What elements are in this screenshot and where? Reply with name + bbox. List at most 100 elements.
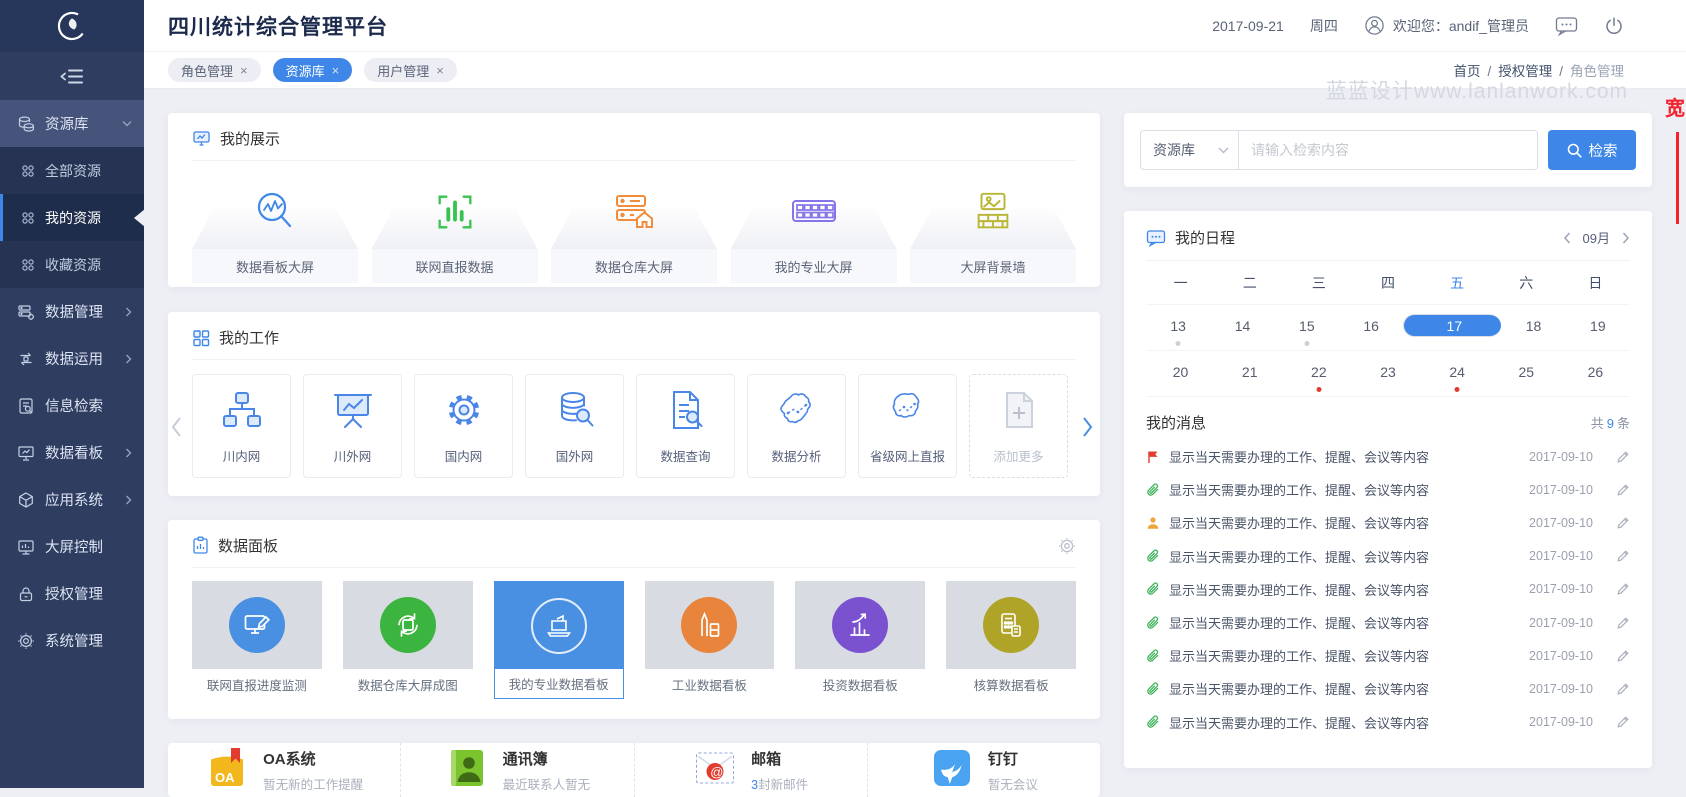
edit-icon[interactable] [1616, 549, 1630, 563]
tab-user-management[interactable]: 用户管理 × [364, 58, 457, 82]
calendar-day-selected[interactable]: 17 [1403, 305, 1501, 350]
month-prev-icon[interactable] [1563, 232, 1571, 244]
edit-icon[interactable] [1616, 616, 1630, 630]
sidebar-item-my-resources[interactable]: 我的资源 [0, 194, 144, 241]
work-card-add-more[interactable]: 添加更多 [969, 374, 1068, 478]
calendar-day[interactable]: 21 [1215, 351, 1284, 396]
month-next-icon[interactable] [1622, 232, 1630, 244]
sidebar-item-data-usage[interactable]: 数据运用 [0, 335, 144, 382]
message-row[interactable]: 显示当天需要办理的工作、提醒、会议等内容2017-09-10 [1146, 506, 1630, 539]
work-card-extranet-sichuan[interactable]: 川外网 [303, 374, 402, 478]
close-icon[interactable]: × [240, 63, 248, 78]
panel-card-label: 核算数据看板 [946, 669, 1076, 699]
display-card-dashboard-screen[interactable]: 数据看板大屏 [192, 171, 358, 283]
message-row[interactable]: 显示当天需要办理的工作、提醒、会议等内容2017-09-10 [1146, 573, 1630, 606]
sidebar-item-screen-control[interactable]: 大屏控制 [0, 523, 144, 570]
calendar-day[interactable]: 14 [1210, 305, 1274, 350]
logout-button[interactable] [1604, 16, 1624, 36]
edit-icon[interactable] [1616, 649, 1630, 663]
message-row[interactable]: 显示当天需要办理的工作、提醒、会议等内容2017-09-10 [1146, 672, 1630, 705]
display-card-online-report-data[interactable]: 联网直报数据 [372, 171, 538, 283]
calendar-day[interactable]: 24 [1423, 351, 1492, 396]
search-button[interactable]: 检索 [1548, 130, 1636, 170]
slider-next-icon[interactable] [1082, 416, 1094, 438]
message-row[interactable]: 显示当天需要办理的工作、提醒、会议等内容2017-09-10 [1146, 639, 1630, 672]
panel-card-online-report-monitor[interactable]: 联网直报进度监测 [192, 581, 322, 699]
messages-button[interactable] [1555, 16, 1578, 36]
message-row[interactable]: 显示当天需要办理的工作、提醒、会议等内容2017-09-10 [1146, 540, 1630, 573]
edit-icon[interactable] [1616, 516, 1630, 530]
panel-card-my-professional-board[interactable]: 我的专业数据看板 [494, 581, 624, 699]
calendar-day[interactable]: 22 [1284, 351, 1353, 396]
sidebar-collapse-button[interactable] [0, 52, 144, 100]
sidebar-item-data-management[interactable]: 数据管理 [0, 288, 144, 335]
panel-card-accounting-board[interactable]: 核算数据看板 [946, 581, 1076, 699]
calendar-day[interactable]: 23 [1353, 351, 1422, 396]
app-logo[interactable] [0, 0, 144, 52]
panel-settings-icon[interactable] [1058, 537, 1076, 555]
app-shortcut-dingtalk[interactable]: 钉钉 暂无会议 [867, 743, 1100, 797]
calendar-day[interactable]: 26 [1561, 351, 1630, 396]
edit-icon[interactable] [1616, 483, 1630, 497]
search-input[interactable] [1238, 130, 1538, 170]
welcome-text: 欢迎您：andif_管理员 [1393, 16, 1529, 36]
panel-card-warehouse-mapping[interactable]: 数据仓库大屏成图 [343, 581, 473, 699]
work-card-foreign-network[interactable]: 国外网 [525, 374, 624, 478]
message-row[interactable]: 显示当天需要办理的工作、提醒、会议等内容2017-09-10 [1146, 606, 1630, 639]
work-card-intranet-sichuan[interactable]: 川内网 [192, 374, 291, 478]
sidebar-item-system-management[interactable]: 系统管理 [0, 617, 144, 664]
display-card-warehouse-screen[interactable]: 数据仓库大屏 [551, 171, 717, 283]
sidebar-item-all-resources[interactable]: 全部资源 [0, 147, 144, 194]
image-wall-icon [970, 189, 1016, 235]
panel-card-industrial-board[interactable]: 工业数据看板 [645, 581, 775, 699]
work-card-data-analysis[interactable]: 数据分析 [747, 374, 846, 478]
display-card-label: 我的专业大屏 [731, 249, 897, 283]
close-icon[interactable]: × [436, 63, 444, 78]
display-card-label: 数据看板大屏 [192, 249, 358, 283]
display-card-professional-screen[interactable]: 我的专业大屏 [731, 171, 897, 283]
transfer-icon [17, 350, 35, 368]
calendar-day[interactable]: 13 [1146, 305, 1210, 350]
sidebar-item-favorite-resources[interactable]: 收藏资源 [0, 241, 144, 288]
edit-icon[interactable] [1616, 682, 1630, 696]
work-card-data-query[interactable]: 数据查询 [636, 374, 735, 478]
tab-role-management[interactable]: 角色管理 × [168, 58, 261, 82]
sidebar-item-application-system[interactable]: 应用系统 [0, 476, 144, 523]
work-card-provincial-online-report[interactable]: 省级网上直报 [858, 374, 957, 478]
breadcrumb-authorization[interactable]: 授权管理 [1498, 64, 1552, 79]
edit-icon[interactable] [1616, 715, 1630, 729]
calendar-day[interactable]: 18 [1501, 305, 1565, 350]
app-shortcut-contacts[interactable]: 通讯簿 最近联系人暂无 [400, 743, 633, 797]
sync-icon [380, 597, 436, 653]
app-subtitle: 3封新邮件 [751, 774, 808, 793]
tab-resource-library[interactable]: 资源库 × [273, 58, 353, 82]
display-card-background-wall[interactable]: 大屏背景墙 [910, 171, 1076, 283]
edit-icon[interactable] [1616, 450, 1630, 464]
sidebar-item-authorization[interactable]: 授权管理 [0, 570, 144, 617]
user-menu[interactable]: 欢迎您：andif_管理员 [1364, 15, 1529, 36]
app-shortcut-oa[interactable]: OA OA系统 暂无新的工作提醒 [168, 743, 400, 797]
breadcrumb-home[interactable]: 首页 [1453, 64, 1480, 79]
calendar-day[interactable]: 25 [1492, 351, 1561, 396]
slider-prev-icon[interactable] [170, 416, 182, 438]
sidebar-item-data-board[interactable]: 数据看板 [0, 429, 144, 476]
calendar-day[interactable]: 20 [1146, 351, 1215, 396]
close-icon[interactable]: × [332, 63, 340, 78]
panel-card-investment-board[interactable]: 投资数据看板 [795, 581, 925, 699]
content-area: 蓝蓝设计www.lanlanwork.com 我的展示 [144, 89, 1686, 788]
sidebar-item-resource-library[interactable]: 资源库 [0, 100, 144, 147]
message-row[interactable]: 显示当天需要办理的工作、提醒、会议等内容2017-09-10 [1146, 706, 1630, 739]
app-shortcut-mail[interactable]: @ 邮箱 3封新邮件 [634, 743, 867, 797]
section-title: 数据面板 [218, 535, 278, 556]
sidebar-item-info-search[interactable]: 信息检索 [0, 382, 144, 429]
edit-icon[interactable] [1616, 582, 1630, 596]
sidebar-item-label: 系统管理 [45, 630, 132, 651]
work-card-domestic-network[interactable]: 国内网 [414, 374, 513, 478]
calendar-day[interactable]: 19 [1566, 305, 1630, 350]
calendar-day[interactable]: 15 [1275, 305, 1339, 350]
chevron-right-icon [125, 354, 132, 364]
search-category-select[interactable]: 资源库 [1140, 130, 1238, 170]
calendar-day[interactable]: 16 [1339, 305, 1403, 350]
message-row[interactable]: 显示当天需要办理的工作、提醒、会议等内容2017-09-10 [1146, 440, 1630, 473]
message-row[interactable]: 显示当天需要办理的工作、提醒、会议等内容2017-09-10 [1146, 473, 1630, 506]
